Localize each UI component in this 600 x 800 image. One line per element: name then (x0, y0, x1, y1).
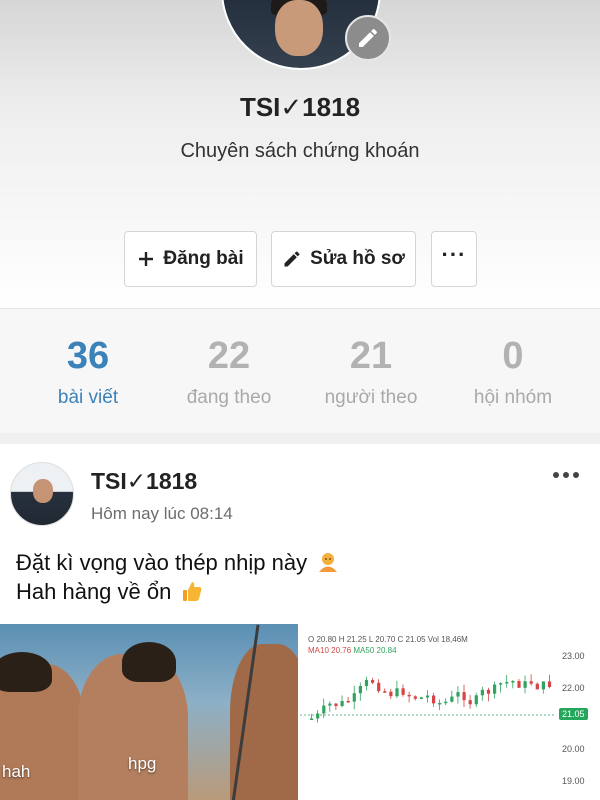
stock-chart-image[interactable]: O 20.80 H 21.25 L 20.70 C 21.05 Vol 18,4… (300, 624, 600, 800)
candle-body (541, 681, 545, 690)
candle-body (517, 681, 521, 688)
create-post-label: Đăng bài (163, 248, 244, 269)
candle-body (480, 689, 484, 696)
photo-tag-left: hah (2, 762, 31, 781)
stat-label: hội nhóm (473, 387, 553, 408)
post-line-2: Hah hàng về ổn (16, 577, 339, 606)
candle-body (419, 697, 423, 699)
candle-body (444, 701, 448, 704)
post-author-name[interactable]: TSI✓1818 (91, 468, 197, 495)
stat-label: bài viết (57, 387, 119, 408)
candle-body (389, 691, 393, 697)
candle-body (438, 702, 442, 705)
post-author-avatar[interactable] (10, 462, 74, 526)
pencil-icon (359, 28, 378, 47)
candle-body (401, 688, 405, 695)
post-menu-button[interactable] (548, 460, 584, 490)
stat-value: 0 (502, 335, 524, 377)
post-line-1-text: Đặt kì vọng vào thép nhịp này (16, 550, 308, 575)
stat-value: 22 (207, 335, 251, 377)
create-post-button[interactable]: Đăng bài (124, 231, 257, 287)
candle-body (468, 700, 472, 705)
stat-value: 21 (349, 335, 393, 377)
shrug-emoji-icon (319, 553, 338, 572)
photo-tag-center: hpg (128, 754, 157, 773)
profile-name: TSI✓1818 (239, 92, 361, 122)
y-tick: 23.00 (562, 651, 585, 661)
stat-followers[interactable]: 21 người theo (296, 333, 446, 409)
post-photo[interactable]: hah hpg (0, 624, 298, 800)
edit-avatar-button[interactable] (345, 15, 391, 61)
candle-body (432, 695, 436, 704)
stat-following[interactable]: 22 đang theo (154, 333, 304, 409)
candle-body (334, 703, 338, 707)
edit-profile-label: Sửa hồ sơ (310, 248, 405, 269)
profile-bio: Chuyên sách chứng khoán (180, 140, 420, 162)
candle-body (346, 700, 350, 703)
more-options-button[interactable]: ··· (431, 231, 477, 287)
candle-body (425, 695, 430, 698)
y-tick: 19.00 (562, 776, 585, 786)
y-tick: 22.00 (562, 683, 585, 693)
candle-body (474, 695, 478, 705)
post-card: TSI✓1818 Hôm nay lúc 08:14 Đặt kì vọng v… (0, 444, 600, 800)
current-price-badge: 21.05 (559, 708, 588, 720)
stat-label: đang theo (186, 387, 272, 408)
candle-body (352, 693, 356, 702)
candle-body (450, 696, 454, 702)
candle-body (322, 705, 326, 714)
post-line-1: Đặt kì vọng vào thép nhịp này (16, 548, 339, 577)
candlestick-plot (300, 674, 555, 723)
candle-body (407, 694, 411, 697)
stat-value: 36 (66, 335, 110, 377)
candle-body (328, 703, 332, 706)
plus-icon (139, 252, 154, 266)
candle-body (377, 682, 381, 692)
candle-body (493, 684, 497, 694)
y-tick: 20.00 (562, 744, 585, 754)
more-dots-icon: ··· (441, 242, 467, 267)
candle-body (383, 691, 387, 693)
candle-body (535, 683, 539, 690)
stat-groups[interactable]: 0 hội nhóm (438, 333, 588, 409)
candle-body (371, 680, 375, 683)
candle-body (486, 689, 491, 694)
candle-body (456, 692, 460, 697)
candle-body (316, 713, 320, 719)
candle-body (364, 680, 369, 687)
stat-label: người theo (324, 387, 418, 408)
candle-body (529, 681, 533, 684)
candle-body (523, 681, 527, 688)
thumbs-up-emoji-icon (183, 582, 202, 601)
candle-body (499, 683, 503, 685)
post-body: Đặt kì vọng vào thép nhịp này Hah hàng v… (16, 548, 339, 606)
candle-body (505, 681, 509, 684)
candle-body (547, 681, 552, 688)
more-dots-icon (553, 472, 579, 478)
profile-header: TSI✓1818 Chuyên sách chứng khoán Đăng bà… (0, 0, 600, 308)
post-line-2-text: Hah hàng về ổn (16, 579, 172, 604)
candle-body (340, 700, 344, 707)
candle-body (462, 692, 466, 701)
candle-body (413, 696, 417, 699)
edit-profile-button[interactable]: Sửa hồ sơ (271, 231, 416, 287)
profile-stats: 36 bài viết 22 đang theo 21 người theo 0… (0, 308, 600, 433)
candle-body (310, 718, 314, 720)
candle-body (395, 688, 399, 697)
post-timestamp: Hôm nay lúc 08:14 (91, 504, 233, 523)
pencil-icon (284, 251, 300, 267)
candle-body (511, 681, 515, 683)
candle-body (358, 686, 362, 694)
stat-posts[interactable]: 36 bài viết (13, 333, 163, 409)
